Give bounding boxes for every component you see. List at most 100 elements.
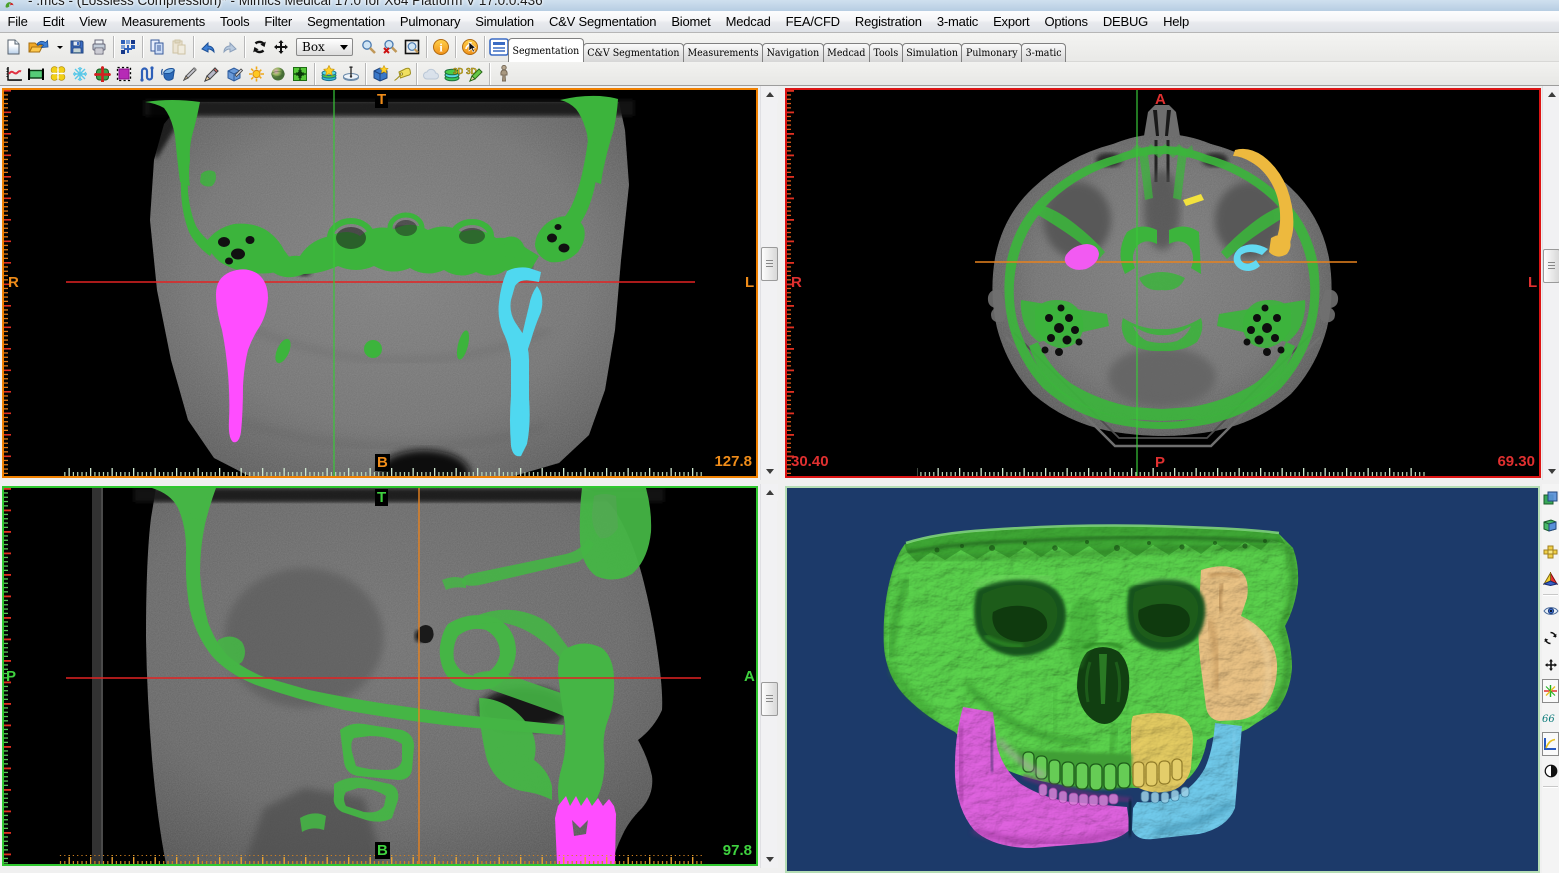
menu-measurements[interactable]: Measurements bbox=[114, 12, 213, 31]
viewport-3d[interactable] bbox=[785, 486, 1540, 873]
crosshair-axes-button[interactable] bbox=[1542, 679, 1559, 703]
menu-file[interactable]: File bbox=[0, 12, 35, 31]
tab-pulmonary[interactable]: Pulmonary bbox=[961, 43, 1022, 62]
ortho-views-button[interactable] bbox=[1542, 538, 1559, 565]
tab-navigation[interactable]: Navigation bbox=[762, 43, 824, 62]
sagittal-scrollbar[interactable] bbox=[760, 484, 777, 868]
edit-mask-button[interactable] bbox=[113, 63, 135, 85]
menu-medcad[interactable]: Medcad bbox=[718, 12, 778, 31]
zoom-mode-combo[interactable]: Box bbox=[296, 38, 353, 56]
title-bar[interactable]: - .mcs - (Lossless Compression)* - Mimic… bbox=[0, 0, 1559, 11]
axial-orientation-right: L bbox=[1528, 274, 1537, 291]
viewport-coronal[interactable]: T R L B 127.8 bbox=[2, 88, 758, 478]
menu-options[interactable]: Options bbox=[1037, 12, 1095, 31]
region-grow-button[interactable] bbox=[69, 63, 91, 85]
open-dropdown-arrow[interactable] bbox=[54, 35, 66, 59]
viewport-sagittal[interactable]: T P A B 97.8 bbox=[2, 486, 758, 866]
menu-segmentation[interactable]: Segmentation bbox=[300, 12, 393, 31]
view-layout-button[interactable] bbox=[1542, 484, 1559, 511]
coronal-scrollbar[interactable] bbox=[760, 86, 777, 480]
axial-value-left: 30.40 bbox=[791, 453, 829, 470]
pan-3d-button[interactable] bbox=[1542, 651, 1559, 678]
menu-tools[interactable]: Tools bbox=[213, 12, 257, 31]
redo-button[interactable] bbox=[219, 35, 241, 59]
axial-scrollbar[interactable] bbox=[1542, 86, 1559, 480]
print-button[interactable] bbox=[88, 35, 110, 59]
pan-button[interactable] bbox=[270, 35, 292, 59]
multi-slice-edit-button[interactable] bbox=[267, 63, 289, 85]
viewport-axial[interactable]: A R L P 30.40 69.30 bbox=[785, 88, 1541, 478]
tab-tools[interactable]: Tools bbox=[869, 43, 903, 62]
smooth-mask-button[interactable] bbox=[420, 63, 442, 85]
smart-fill-button[interactable] bbox=[157, 63, 179, 85]
draw-rectangle-button[interactable] bbox=[25, 63, 47, 85]
edit-contour-button[interactable] bbox=[201, 63, 223, 85]
sagittal-ct-image bbox=[4, 488, 756, 864]
copy-button[interactable] bbox=[146, 35, 168, 59]
boolean-operations-button[interactable] bbox=[369, 63, 391, 85]
stereo-glasses-button[interactable]: 66 bbox=[1542, 704, 1559, 731]
sagittal-orientation-left: P bbox=[6, 668, 16, 685]
sagittal-orientation-bottom: B bbox=[375, 842, 390, 859]
undo-button[interactable] bbox=[197, 35, 219, 59]
new-project-button[interactable] bbox=[2, 35, 24, 59]
app-icon bbox=[4, 0, 15, 11]
contrast-toggle-button[interactable] bbox=[1542, 757, 1559, 784]
draw-profile-button[interactable] bbox=[179, 63, 201, 85]
zoom-button[interactable] bbox=[357, 35, 379, 59]
image-organize-button[interactable] bbox=[117, 35, 139, 59]
project-text-button[interactable] bbox=[488, 35, 510, 59]
menu-3matic[interactable]: 3-matic bbox=[929, 12, 985, 31]
menu-feacfd[interactable]: FEA/CFD bbox=[778, 12, 847, 31]
menu-filter[interactable]: Filter bbox=[257, 12, 300, 31]
tab-medcad[interactable]: Medcad bbox=[823, 43, 870, 62]
crop-mask-button[interactable] bbox=[289, 63, 311, 85]
open-project-button[interactable] bbox=[24, 35, 54, 59]
menu-help[interactable]: Help bbox=[1156, 12, 1197, 31]
profile-line-button[interactable] bbox=[3, 63, 25, 85]
tab-cv-segmentation[interactable]: C&V Segmentation bbox=[583, 43, 684, 62]
visibility-button[interactable] bbox=[1542, 597, 1559, 624]
context-help-button[interactable] bbox=[459, 35, 481, 59]
info-button[interactable]: i bbox=[430, 35, 452, 59]
tab-3matic[interactable]: 3-matic bbox=[1021, 43, 1066, 62]
menu-pulmonary[interactable]: Pulmonary bbox=[392, 12, 467, 31]
threshold-button[interactable] bbox=[47, 63, 69, 85]
coronal-orientation-top: T bbox=[375, 91, 388, 108]
rotate-button[interactable] bbox=[248, 35, 270, 59]
tab-measurements[interactable]: Measurements bbox=[683, 43, 763, 62]
sagittal-slice-value: 97.8 bbox=[723, 842, 752, 859]
patient-orientation-button[interactable] bbox=[493, 63, 515, 85]
edit-3d-button[interactable]: 3D bbox=[464, 63, 486, 85]
save-button[interactable] bbox=[66, 35, 88, 59]
orientation-pyramid-button[interactable] bbox=[1542, 565, 1559, 592]
mask-properties-button[interactable] bbox=[391, 63, 413, 85]
menu-biomet[interactable]: Biomet bbox=[664, 12, 718, 31]
paste-button[interactable] bbox=[168, 35, 190, 59]
rotate-3d-button[interactable] bbox=[1542, 624, 1559, 651]
contrast-button[interactable] bbox=[245, 63, 267, 85]
menu-bar: File Edit View Measurements Tools Filter… bbox=[0, 11, 1559, 33]
edit-mask-3d-button[interactable] bbox=[223, 63, 245, 85]
menu-debug[interactable]: DEBUG bbox=[1095, 12, 1155, 31]
intensity-curve-button[interactable] bbox=[1542, 732, 1559, 756]
menu-registration[interactable]: Registration bbox=[847, 12, 929, 31]
menu-cv-segmentation[interactable]: C&V Segmentation bbox=[541, 12, 663, 31]
menu-simulation[interactable]: Simulation bbox=[468, 12, 542, 31]
zoom-box-button[interactable] bbox=[401, 35, 423, 59]
morphology-button[interactable] bbox=[135, 63, 157, 85]
coronal-ct-image bbox=[4, 90, 756, 476]
mask-smart-expand-button[interactable] bbox=[318, 63, 340, 85]
unzoom-button[interactable] bbox=[379, 35, 401, 59]
3d-cube-view-button[interactable] bbox=[1542, 511, 1559, 538]
tab-simulation[interactable]: Simulation bbox=[902, 43, 963, 62]
menu-export[interactable]: Export bbox=[986, 12, 1037, 31]
menu-view[interactable]: View bbox=[72, 12, 114, 31]
menu-edit[interactable]: Edit bbox=[35, 12, 72, 31]
tab-segmentation[interactable]: Segmentation bbox=[508, 38, 584, 62]
coronal-orientation-left: R bbox=[8, 274, 19, 291]
calculate-3d-from-mask-button[interactable]: 3D bbox=[442, 63, 464, 85]
calculate-polylines-button[interactable] bbox=[340, 63, 362, 85]
zoom-mode-value: Box bbox=[302, 40, 325, 54]
calculate-3d-button[interactable] bbox=[91, 63, 113, 85]
